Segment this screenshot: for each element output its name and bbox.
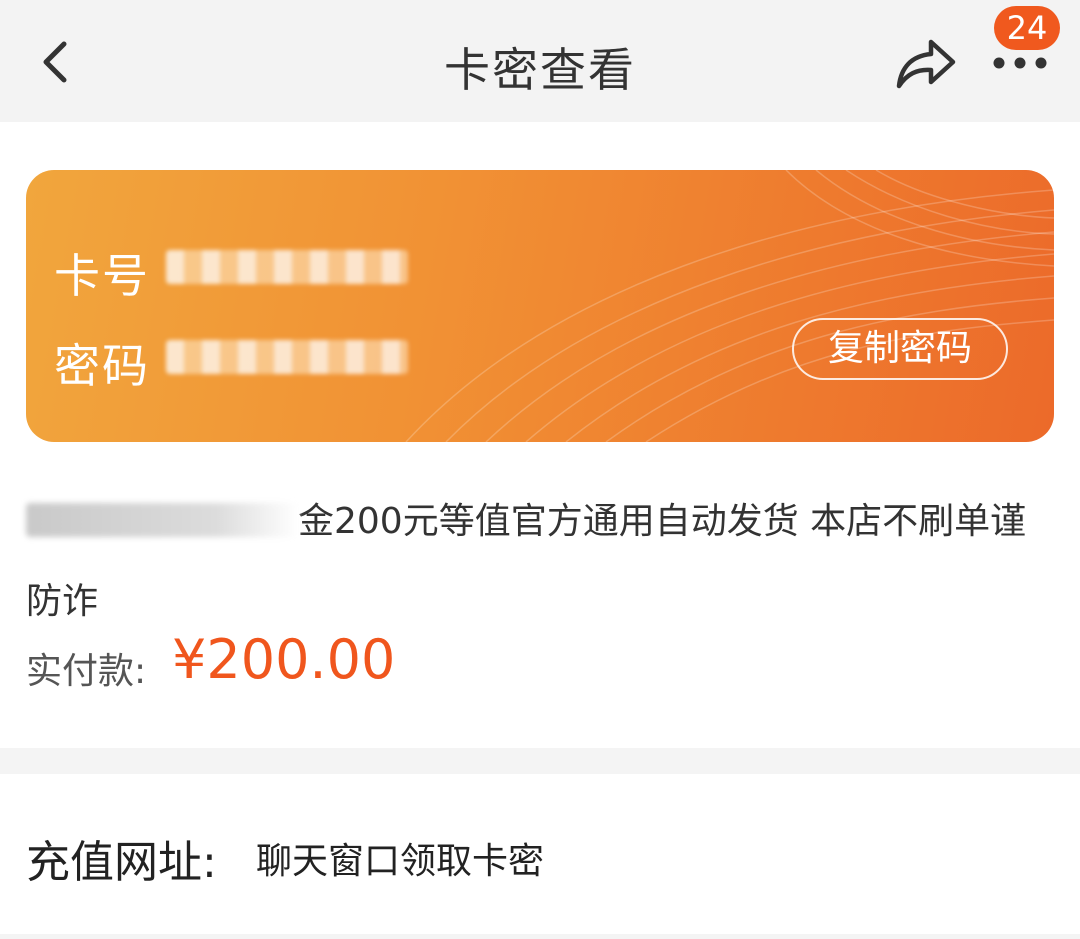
card-number-value-masked xyxy=(166,250,408,284)
more-icon xyxy=(993,57,1047,69)
recharge-url-value: 聊天窗口领取卡密 xyxy=(256,841,545,882)
recharge-section: 充值网址: 聊天窗口领取卡密 xyxy=(0,774,1080,934)
recharge-url-label: 充值网址: xyxy=(26,837,217,888)
nav-header: 卡密查看 24 xyxy=(0,0,1080,122)
copy-password-button[interactable]: 复制密码 xyxy=(792,318,1008,380)
notification-badge: 24 xyxy=(994,6,1060,50)
product-name-masked xyxy=(26,503,298,537)
card-secret-panel: 卡号 密码 复制密码 xyxy=(26,170,1054,442)
card-number-label: 卡号 xyxy=(54,249,150,303)
share-button[interactable] xyxy=(893,36,959,92)
payment-label: 实付款: xyxy=(26,651,147,692)
more-button[interactable] xyxy=(990,48,1050,78)
password-label: 密码 xyxy=(54,339,150,393)
password-value-masked xyxy=(166,340,408,374)
card-detail-page: 卡密查看 24 卡号 密码 复制密码 金200元等值官方通用自动发货 本店不刷单… xyxy=(0,0,1080,939)
share-icon xyxy=(896,39,956,89)
card-info-section: 卡号 密码 复制密码 金200元等值官方通用自动发货 本店不刷单谨防诈 实付款:… xyxy=(0,122,1080,748)
payment-amount: ¥200.00 xyxy=(172,628,396,691)
wave-decoration xyxy=(405,170,1054,442)
product-description: 金200元等值官方通用自动发货 本店不刷单谨防诈 xyxy=(26,482,1046,642)
